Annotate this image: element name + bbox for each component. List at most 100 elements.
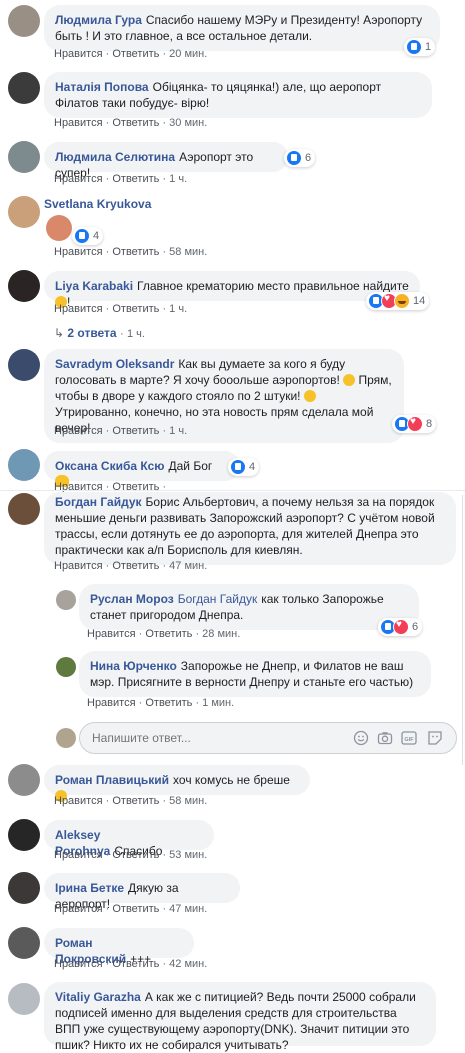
like-button[interactable]: Нравится	[54, 903, 103, 915]
comment-author[interactable]: Svetlana Kryukova	[44, 197, 151, 211]
comment-author[interactable]: Savradym Oleksandr	[55, 357, 174, 371]
timestamp[interactable]: 42 мин.	[169, 958, 207, 970]
like-button[interactable]: Нравится	[54, 795, 103, 807]
mention-link[interactable]: Богдан Гайдук	[178, 592, 257, 606]
reply-button[interactable]: Ответить	[112, 425, 159, 437]
timestamp[interactable]: 53 мин.	[169, 849, 207, 861]
avatar[interactable]	[8, 983, 40, 1015]
comment-actions: Нравится · Ответить · 47 мин.	[54, 560, 208, 572]
comment-bubble: Богдан Гайдук Борис Альбертович, а почему…	[44, 492, 456, 565]
reply-button[interactable]: Ответить	[145, 628, 192, 640]
comment-actions: Нравится · Ответить · 47 мин.	[54, 903, 208, 915]
sticker-icon[interactable]	[427, 730, 443, 746]
reaction-count[interactable]: 6	[284, 149, 316, 167]
comment-bubble: Vitaliy Garazha А как же с питицией? Ведь…	[44, 982, 436, 1052]
avatar[interactable]	[8, 819, 40, 851]
avatar[interactable]	[8, 449, 40, 481]
avatar[interactable]	[8, 349, 40, 381]
comment-actions: Нравится · Ответить · 42 мин.	[54, 958, 208, 970]
avatar[interactable]	[8, 493, 40, 525]
like-button[interactable]: Нравится	[54, 560, 103, 572]
reaction-count[interactable]: 8	[392, 415, 437, 433]
reply-button[interactable]: Ответить	[112, 117, 159, 129]
like-button[interactable]: Нравится	[54, 173, 103, 185]
reaction-count[interactable]: 14	[366, 292, 430, 310]
avatar[interactable]	[8, 141, 40, 173]
view-replies-link[interactable]: ↳ 2 ответа · 1 ч.	[54, 326, 145, 340]
avatar[interactable]	[8, 5, 40, 37]
like-button[interactable]: Нравится	[54, 246, 103, 258]
emoji-icon[interactable]	[353, 730, 369, 746]
like-button[interactable]: Нравится	[54, 958, 103, 970]
reaction-count[interactable]: 4	[228, 458, 260, 476]
comment-bubble: Роман Покровский +++	[44, 928, 194, 966]
like-button[interactable]: Нравится	[54, 48, 103, 60]
reply-input[interactable]	[90, 730, 324, 746]
reply-button[interactable]: Ответить	[112, 795, 159, 807]
timestamp[interactable]: 1 ч.	[169, 173, 187, 185]
reply-button[interactable]: Ответить	[112, 303, 159, 315]
reply-button[interactable]: Ответить	[112, 958, 159, 970]
like-button[interactable]: Нравится	[54, 425, 103, 437]
like-icon	[286, 150, 302, 166]
avatar[interactable]	[8, 72, 40, 104]
reply-button[interactable]: Ответить	[112, 246, 159, 258]
gif-icon[interactable]: GIF	[401, 730, 417, 746]
reply-author[interactable]: Нина Юрченко	[90, 659, 177, 673]
like-button[interactable]: Нравится	[54, 849, 103, 861]
comment-author[interactable]: Людмила Гура	[55, 13, 142, 27]
avatar[interactable]	[56, 657, 76, 677]
reply-button[interactable]: Ответить	[112, 173, 159, 185]
avatar[interactable]	[8, 270, 40, 302]
avatar[interactable]	[8, 764, 40, 796]
reaction-count[interactable]: 4	[72, 227, 104, 245]
comment-author[interactable]: Ірина Бетке	[55, 881, 124, 895]
reply-actions: Нравится · Ответить · 28 мин.	[87, 628, 241, 640]
timestamp[interactable]: 30 мин.	[169, 117, 207, 129]
reply-button[interactable]: Ответить	[112, 560, 159, 572]
like-icon	[406, 39, 422, 55]
reaction-count[interactable]: 6	[378, 618, 423, 636]
comment-actions: Нравится · Ответить · 58 мин.	[54, 246, 208, 258]
reply-bubble: Нина Юрченко Запорожье не Днепр, и Филато…	[79, 651, 431, 697]
timestamp[interactable]: 58 мин.	[169, 795, 207, 807]
timestamp[interactable]: 1 ч.	[169, 425, 187, 437]
timestamp[interactable]: 47 мин.	[169, 560, 207, 572]
comment-actions: Нравится · Ответить · 1 ч.	[54, 303, 188, 315]
avatar[interactable]	[8, 927, 40, 959]
timestamp[interactable]: 58 мин.	[169, 246, 207, 258]
reaction-count[interactable]: 1	[404, 38, 436, 56]
avatar[interactable]	[8, 872, 40, 904]
timestamp[interactable]: 28 мин.	[202, 628, 240, 640]
like-button[interactable]: Нравится	[87, 697, 136, 709]
timestamp[interactable]: 47 мин.	[169, 903, 207, 915]
avatar[interactable]	[8, 196, 40, 228]
reply-button[interactable]: Ответить	[112, 849, 159, 861]
comment-author[interactable]: Liya Karabaki	[55, 279, 133, 293]
timestamp[interactable]: 20 мин.	[169, 48, 207, 60]
reply-author[interactable]: Руслан Мороз	[90, 592, 174, 606]
reply-button[interactable]: Ответить	[112, 48, 159, 60]
comment-author[interactable]: Оксана Скиба Ксю	[55, 459, 165, 473]
reply-bubble: Руслан Мороз Богдан Гайдук как только Запо…	[79, 584, 419, 630]
like-button[interactable]: Нравится	[54, 117, 103, 129]
comment-bubble: Роман Плавицький хоч комусь не бреше	[44, 765, 310, 802]
avatar[interactable]	[56, 590, 76, 610]
comment-author[interactable]: Vitaliy Garazha	[55, 990, 141, 1004]
comment-text: Главное крематорию место правильное найд…	[137, 279, 409, 293]
comment-author[interactable]: Людмила Селютина	[55, 150, 175, 164]
love-icon	[393, 619, 409, 635]
camera-icon[interactable]	[377, 730, 393, 746]
comment-author[interactable]: Наталія Попова	[55, 80, 149, 94]
comment-author[interactable]: Богдан Гайдук	[55, 495, 142, 509]
comment-author[interactable]: Роман Плавицький	[55, 773, 169, 787]
divider	[0, 490, 465, 491]
timestamp[interactable]: 1 мин.	[202, 697, 234, 709]
like-button[interactable]: Нравится	[54, 303, 103, 315]
reply-button[interactable]: Ответить	[145, 697, 192, 709]
reply-input-box[interactable]: GIF	[79, 722, 457, 754]
reply-button[interactable]: Ответить	[112, 903, 159, 915]
comment-bubble: Liya Karabaki Главное крематорию место пр…	[44, 271, 420, 309]
timestamp[interactable]: 1 ч.	[169, 303, 187, 315]
like-button[interactable]: Нравится	[87, 628, 136, 640]
